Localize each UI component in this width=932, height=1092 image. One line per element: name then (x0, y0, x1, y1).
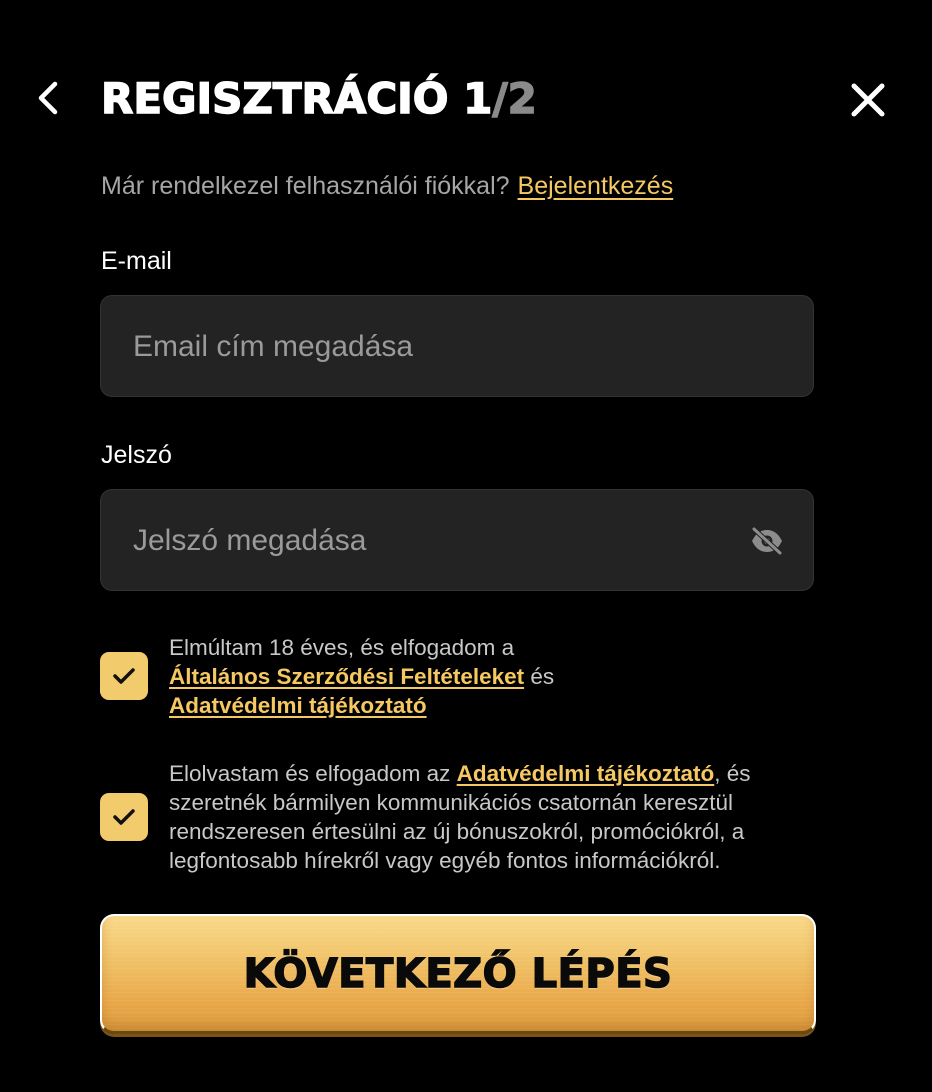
age-terms-text-2: és (524, 664, 555, 689)
checkmark-icon (113, 668, 135, 684)
registration-page: REGISZTRÁCIÓ 1/2 Már rendelkezel felhasz… (0, 0, 932, 1092)
title-step: REGISZTRÁCIÓ 1 (100, 73, 493, 124)
back-button[interactable] (28, 76, 68, 120)
marketing-consent-text-1: Elolvastam és elfogadom az (169, 761, 457, 786)
password-field[interactable] (131, 490, 735, 592)
chevron-left-icon (38, 81, 58, 115)
checkmark-icon (113, 809, 135, 825)
age-terms-text: Elmúltam 18 éves, és elfogadom a Általán… (169, 633, 829, 720)
password-field-container (100, 489, 814, 592)
email-field[interactable] (131, 296, 735, 398)
terms-link[interactable]: Általános Szerződési Feltételeket (169, 664, 524, 689)
privacy-link-2[interactable]: Adatvédelmi tájékoztató (457, 761, 715, 786)
close-icon (851, 83, 885, 117)
email-field-container (100, 295, 814, 398)
password-label: Jelszó (101, 441, 172, 469)
privacy-link[interactable]: Adatvédelmi tájékoztató (169, 693, 427, 718)
password-visibility-toggle[interactable] (749, 524, 785, 558)
login-link[interactable]: Bejelentkezés (518, 172, 674, 200)
close-button[interactable] (846, 78, 890, 122)
page-title: REGISZTRÁCIÓ 1/2 (100, 73, 538, 124)
marketing-consent-text: Elolvastam és elfogadom az Adatvédelmi t… (169, 759, 829, 875)
login-prompt-text: Már rendelkezel felhasználói fiókkal? (101, 172, 510, 200)
eye-off-icon (751, 527, 783, 555)
next-step-button[interactable]: KÖVETKEZŐ LÉPÉS (100, 914, 816, 1034)
title-step-total: /2 (492, 73, 538, 124)
age-terms-text-1: Elmúltam 18 éves, és elfogadom a (169, 635, 515, 660)
age-terms-checkbox[interactable] (100, 652, 148, 700)
marketing-consent-checkbox[interactable] (100, 793, 148, 841)
next-step-label: KÖVETKEZŐ LÉPÉS (243, 950, 673, 998)
login-prompt: Már rendelkezel felhasználói fiókkal? Bej… (101, 172, 673, 201)
email-label: E-mail (101, 247, 172, 275)
header: REGISZTRÁCIÓ 1/2 (0, 60, 932, 140)
